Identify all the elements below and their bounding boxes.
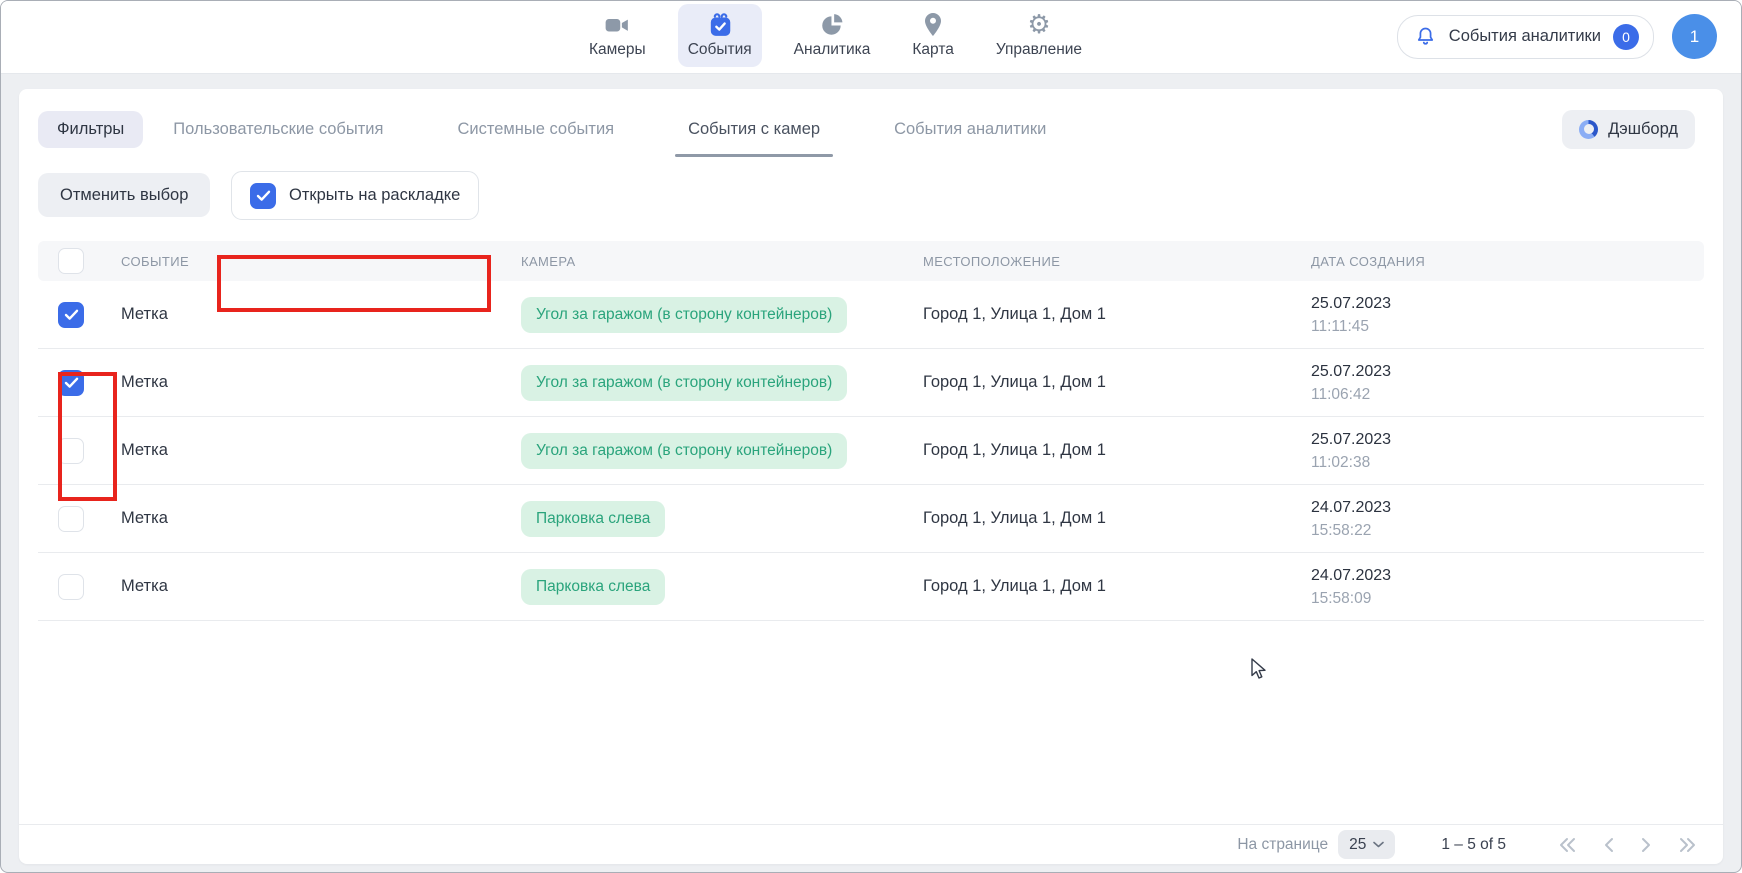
created-cell: 24.07.202315:58:22 — [1311, 496, 1704, 542]
created-date: 24.07.2023 — [1311, 496, 1704, 519]
camera-badge[interactable]: Угол за гаражом (в сторону контейнеров) — [521, 433, 847, 469]
nav-item-events[interactable]: События — [678, 4, 762, 67]
created-date: 25.07.2023 — [1311, 428, 1704, 451]
nav-label-events: События — [688, 41, 752, 59]
column-header-created: ДАТА СОЗДАНИЯ — [1311, 254, 1704, 269]
topbar-right: События аналитики 0 1 — [1397, 14, 1717, 59]
gear-icon: ⚙ — [1027, 11, 1050, 38]
app-window: Камеры События — [0, 0, 1742, 873]
nav-item-cameras[interactable]: Камеры — [579, 4, 656, 67]
cancel-selection-button[interactable]: Отменить выбор — [38, 173, 210, 217]
location-cell: Город 1, Улица 1, Дом 1 — [923, 441, 1311, 460]
camera-badge[interactable]: Угол за гаражом (в сторону контейнеров) — [521, 297, 847, 333]
nav-item-management[interactable]: ⚙ Управление — [986, 4, 1092, 67]
next-page-button[interactable] — [1641, 837, 1651, 853]
dashboard-button-label: Дэшборд — [1608, 120, 1678, 139]
column-header-event: СОБЫТИЕ — [121, 254, 521, 269]
location-cell: Город 1, Улица 1, Дом 1 — [923, 373, 1311, 392]
row-checkbox[interactable] — [58, 370, 84, 396]
nav-item-analytics[interactable]: Аналитика — [784, 4, 881, 67]
location-cell: Город 1, Улица 1, Дом 1 — [923, 577, 1311, 596]
tab-camera-events[interactable]: События с камер — [688, 103, 820, 155]
created-cell: 25.07.202311:02:38 — [1311, 428, 1704, 474]
table-row[interactable]: Метка Угол за гаражом (в сторону контейн… — [38, 417, 1704, 485]
created-time: 11:02:38 — [1311, 451, 1704, 474]
created-cell: 24.07.202315:58:09 — [1311, 564, 1704, 610]
per-page-value: 25 — [1349, 836, 1366, 854]
open-on-layout-checkbox[interactable] — [250, 183, 276, 209]
user-avatar[interactable]: 1 — [1672, 14, 1717, 59]
created-time: 11:11:45 — [1311, 315, 1704, 338]
tabs-row: Фильтры Пользовательские события Системн… — [38, 103, 1695, 155]
open-on-layout-button[interactable]: Открыть на раскладке — [231, 171, 479, 220]
tab-user-events[interactable]: Пользовательские события — [173, 103, 383, 155]
column-header-camera: КАМЕРА — [521, 254, 923, 269]
nav-item-map[interactable]: Карта — [902, 4, 963, 67]
nav-label-management: Карта — [912, 41, 953, 59]
created-time: 15:58:22 — [1311, 519, 1704, 542]
analytics-events-button-label: События аналитики — [1449, 27, 1601, 46]
per-page-select[interactable]: 25 — [1338, 830, 1395, 859]
table-header-row: СОБЫТИЕ КАМЕРА МЕСТОПОЛОЖЕНИЕ ДАТА СОЗДА… — [38, 241, 1704, 281]
open-on-layout-label: Открыть на раскладке — [289, 186, 460, 205]
pagination-bar: На странице 25 1 – 5 of 5 — [19, 824, 1723, 864]
camera-icon — [603, 11, 631, 38]
tab-analytics-events[interactable]: События аналитики — [894, 103, 1046, 155]
dashboard-button[interactable]: Дэшборд — [1562, 110, 1695, 149]
event-name: Метка — [121, 509, 521, 528]
select-all-checkbox[interactable] — [58, 248, 84, 274]
row-checkbox[interactable] — [58, 574, 84, 600]
event-name: Метка — [121, 441, 521, 460]
row-checkbox[interactable] — [58, 302, 84, 328]
event-name: Метка — [121, 577, 521, 596]
table-row[interactable]: Метка Угол за гаражом (в сторону контейн… — [38, 281, 1704, 349]
per-page-label: На странице — [1237, 836, 1328, 854]
analytics-events-button[interactable]: События аналитики 0 — [1397, 15, 1654, 59]
last-page-button[interactable] — [1678, 837, 1697, 853]
pagination-range-label: 1 – 5 of 5 — [1441, 836, 1506, 854]
created-time: 15:58:09 — [1311, 587, 1704, 610]
donut-icon — [1579, 120, 1598, 139]
pager-controls — [1558, 837, 1697, 853]
created-date: 24.07.2023 — [1311, 564, 1704, 587]
main-nav: Камеры События — [579, 4, 1092, 67]
events-icon — [707, 11, 733, 38]
event-name: Метка — [121, 305, 521, 324]
events-panel: Фильтры Пользовательские события Системн… — [19, 89, 1723, 864]
event-tabs: Пользовательские события Системные событ… — [173, 103, 1046, 155]
previous-page-button[interactable] — [1604, 837, 1614, 853]
top-navigation-bar: Камеры События — [1, 1, 1741, 74]
chevron-down-icon — [1373, 841, 1384, 848]
column-header-location: МЕСТОПОЛОЖЕНИЕ — [923, 254, 1311, 269]
camera-badge[interactable]: Парковка слева — [521, 569, 665, 605]
nav-label-analytics: Аналитика — [794, 41, 871, 59]
table-row[interactable]: Метка Угол за гаражом (в сторону контейн… — [38, 349, 1704, 417]
camera-badge[interactable]: Угол за гаражом (в сторону контейнеров) — [521, 365, 847, 401]
analytics-icon — [819, 11, 845, 38]
map-pin-icon — [921, 11, 945, 38]
created-cell: 25.07.202311:11:45 — [1311, 292, 1704, 338]
nav-label-management: Управление — [996, 41, 1082, 59]
created-time: 11:06:42 — [1311, 383, 1704, 406]
bell-icon — [1414, 25, 1437, 48]
created-date: 25.07.2023 — [1311, 292, 1704, 315]
created-cell: 25.07.202311:06:42 — [1311, 360, 1704, 406]
table-row[interactable]: Метка Парковка слева Город 1, Улица 1, Д… — [38, 553, 1704, 621]
analytics-events-count-badge: 0 — [1613, 24, 1639, 50]
event-name: Метка — [121, 373, 521, 392]
camera-badge[interactable]: Парковка слева — [521, 501, 665, 537]
events-table: СОБЫТИЕ КАМЕРА МЕСТОПОЛОЖЕНИЕ ДАТА СОЗДА… — [38, 241, 1704, 621]
filters-button[interactable]: Фильтры — [38, 111, 143, 148]
row-checkbox[interactable] — [58, 506, 84, 532]
table-row[interactable]: Метка Парковка слева Город 1, Улица 1, Д… — [38, 485, 1704, 553]
row-checkbox[interactable] — [58, 438, 84, 464]
created-date: 25.07.2023 — [1311, 360, 1704, 383]
tab-system-events[interactable]: Системные события — [457, 103, 614, 155]
nav-label-cameras: Камеры — [589, 41, 646, 59]
location-cell: Город 1, Улица 1, Дом 1 — [923, 509, 1311, 528]
first-page-button[interactable] — [1558, 837, 1577, 853]
location-cell: Город 1, Улица 1, Дом 1 — [923, 305, 1311, 324]
